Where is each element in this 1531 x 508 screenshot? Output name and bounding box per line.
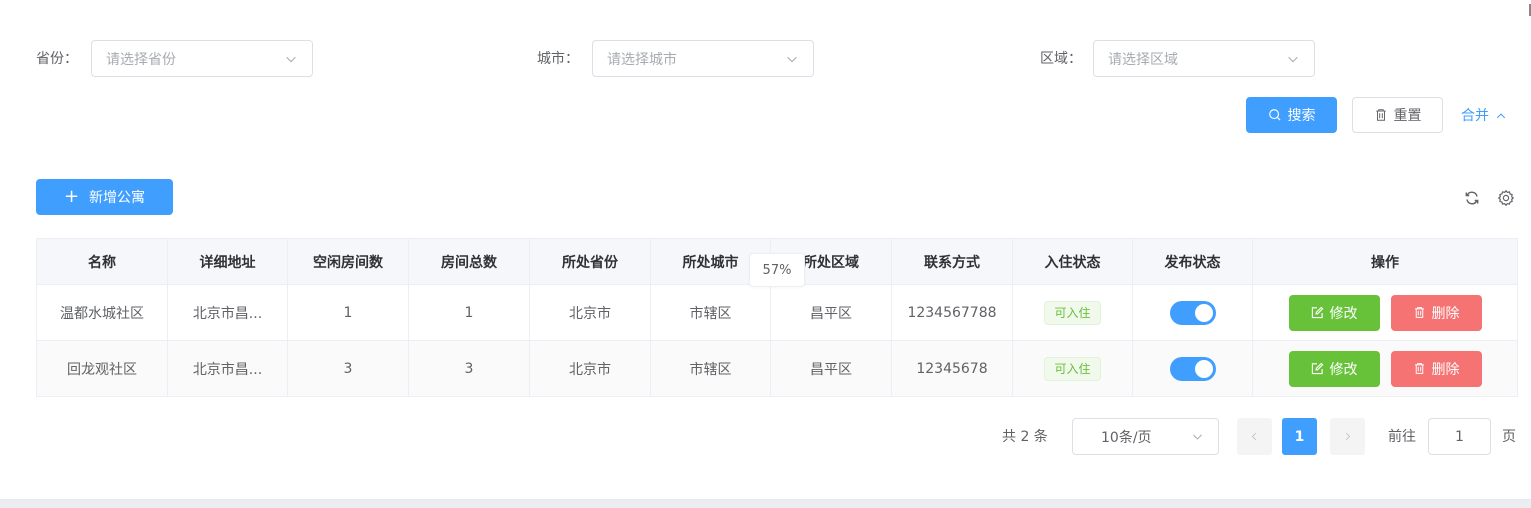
edit-button[interactable]: 修改 [1288, 350, 1380, 387]
page-size-select[interactable]: 10条/页 [1072, 418, 1219, 455]
cell-free-rooms: 1 [287, 284, 409, 341]
table-row: 温都水城社区 北京市昌... 1 1 北京市 市辖区 昌平区 123456778… [36, 284, 1518, 341]
add-apartment-label: 新增公寓 [89, 190, 146, 206]
collapse-label: 合并 [1461, 108, 1489, 124]
reset-label: 重置 [1393, 108, 1422, 124]
add-apartment-button[interactable]: + 新增公寓 [36, 179, 173, 215]
cell-publish-status [1132, 284, 1253, 341]
cell-actions: 修改 删除 [1252, 340, 1518, 397]
column-header-name: 名称 [36, 238, 168, 285]
reset-button[interactable]: 重置 [1352, 97, 1443, 133]
page-number-current[interactable]: 1 [1282, 418, 1317, 455]
prev-page-button[interactable] [1237, 418, 1272, 455]
cell-contact: 12345678 [891, 340, 1013, 397]
cell-total-rooms: 1 [408, 284, 530, 341]
cell-publish-status [1132, 340, 1253, 397]
edit-label: 修改 [1329, 305, 1358, 322]
cell-district: 昌平区 [770, 340, 892, 397]
edit-icon [1311, 306, 1323, 319]
chevron-up-icon [1496, 113, 1506, 119]
switch-knob [1194, 359, 1213, 378]
province-placeholder: 请选择省份 [106, 51, 176, 68]
search-button[interactable]: 搜索 [1246, 97, 1337, 133]
city-placeholder: 请选择城市 [607, 51, 677, 68]
trash-icon [1375, 109, 1386, 121]
cell-name: 温都水城社区 [36, 284, 168, 341]
column-header-total-rooms: 房间总数 [408, 238, 530, 285]
page-unit-label: 页 [1502, 429, 1516, 445]
search-icon [1268, 109, 1280, 121]
cell-province: 北京市 [529, 340, 651, 397]
cell-city: 市辖区 [650, 340, 771, 397]
goto-label: 前往 [1388, 429, 1416, 445]
page-size-value: 10条/页 [1101, 429, 1152, 446]
delete-button[interactable]: 删除 [1390, 294, 1482, 331]
province-label: 省份： [36, 51, 78, 67]
cell-checkin-status: 可入住 [1012, 340, 1133, 397]
city-label: 城市： [537, 51, 579, 67]
trash-icon [1414, 307, 1424, 318]
cell-checkin-status: 可入住 [1012, 284, 1133, 341]
delete-label: 删除 [1431, 361, 1460, 378]
edit-icon [1311, 362, 1323, 375]
cell-total-rooms: 3 [408, 340, 530, 397]
cell-district: 昌平区 [770, 284, 892, 341]
district-label: 区域： [1040, 51, 1082, 67]
delete-label: 删除 [1431, 305, 1460, 322]
publish-switch[interactable] [1169, 300, 1216, 325]
cell-city: 市辖区 [650, 284, 771, 341]
checkin-status-tag: 可入住 [1044, 356, 1101, 381]
next-page-button[interactable] [1330, 418, 1365, 455]
column-header-actions: 操作 [1252, 238, 1518, 285]
checkin-status-tag: 可入住 [1044, 300, 1101, 325]
cell-name: 回龙观社区 [36, 340, 168, 397]
search-label: 搜索 [1287, 108, 1316, 124]
trash-icon [1414, 363, 1424, 374]
district-placeholder: 请选择区域 [1108, 51, 1178, 68]
gear-icon[interactable] [1497, 189, 1515, 207]
delete-button[interactable]: 删除 [1390, 350, 1482, 387]
edit-label: 修改 [1329, 361, 1358, 378]
edit-button[interactable]: 修改 [1288, 294, 1380, 331]
chevron-left-icon [1251, 432, 1257, 441]
cell-province: 北京市 [529, 284, 651, 341]
column-header-checkin-status: 入住状态 [1012, 238, 1133, 285]
chevron-down-icon [1193, 434, 1202, 440]
pagination-total: 共 2 条 [1002, 429, 1048, 445]
column-header-free-rooms: 空闲房间数 [287, 238, 409, 285]
province-select[interactable]: 请选择省份 [91, 40, 313, 77]
column-header-contact: 联系方式 [891, 238, 1013, 285]
zoom-percent-tooltip: 57% [749, 253, 805, 287]
cell-free-rooms: 3 [287, 340, 409, 397]
collapse-toggle[interactable]: 合并 [1461, 106, 1507, 126]
cell-address: 北京市昌... [167, 340, 288, 397]
refresh-icon[interactable] [1463, 189, 1481, 207]
column-header-address: 详细地址 [167, 238, 288, 285]
cell-contact: 1234567788 [891, 284, 1013, 341]
switch-knob [1194, 303, 1213, 322]
cell-actions: 修改 删除 [1252, 284, 1518, 341]
district-select[interactable]: 请选择区域 [1093, 40, 1315, 77]
bottom-divider [0, 499, 1531, 508]
table-row: 回龙观社区 北京市昌... 3 3 北京市 市辖区 昌平区 12345678 可… [36, 340, 1518, 397]
city-select[interactable]: 请选择城市 [592, 40, 814, 77]
chevron-down-icon [1288, 56, 1298, 62]
chevron-down-icon [286, 56, 296, 62]
chevron-down-icon [787, 56, 797, 62]
column-header-province: 所处省份 [529, 238, 651, 285]
chevron-right-icon [1345, 432, 1351, 441]
cell-address: 北京市昌... [167, 284, 288, 341]
column-header-publish-status: 发布状态 [1132, 238, 1253, 285]
plus-icon: + [63, 186, 80, 207]
publish-switch[interactable] [1169, 356, 1216, 381]
goto-page-input[interactable] [1428, 418, 1491, 455]
